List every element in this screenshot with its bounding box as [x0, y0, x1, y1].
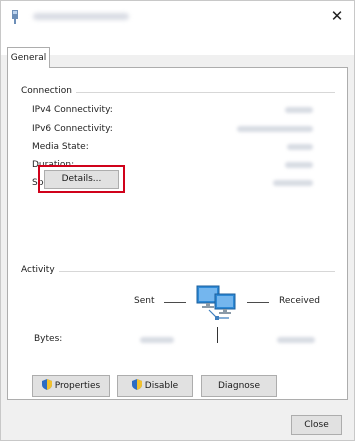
network-computers-icon	[196, 285, 236, 320]
properties-button-label: Properties	[54, 381, 101, 391]
close-icon[interactable]: ✕	[328, 7, 346, 25]
bytes-sent-blurred	[140, 337, 174, 343]
properties-button[interactable]: Properties	[32, 375, 110, 397]
details-button[interactable]: Details...	[44, 170, 119, 189]
connection-group-label: Connection	[21, 86, 76, 96]
sent-label: Sent	[134, 296, 155, 306]
duration-value-blurred	[285, 162, 313, 168]
status-dialog: ✕ General Connection IPv4 Connectivity: …	[0, 0, 355, 441]
title-bar: ✕	[1, 1, 354, 33]
disable-button-label: Disable	[144, 381, 179, 391]
uac-shield-icon	[131, 379, 142, 390]
tab-general[interactable]: General	[7, 47, 50, 68]
diagnose-button[interactable]: Diagnose	[201, 375, 277, 397]
close-button-label: Close	[304, 420, 329, 430]
activity-group-label: Activity	[21, 265, 59, 275]
received-line	[247, 302, 269, 303]
details-button-label: Details...	[61, 174, 102, 184]
disable-button[interactable]: Disable	[117, 375, 193, 397]
general-panel	[7, 67, 348, 400]
sent-line	[164, 302, 186, 303]
ipv6-label: IPv6 Connectivity:	[32, 124, 113, 134]
activity-separator	[217, 327, 218, 343]
received-label: Received	[279, 296, 320, 306]
close-button[interactable]: Close	[291, 415, 342, 435]
bytes-label: Bytes:	[34, 334, 63, 344]
media-state-label: Media State:	[32, 142, 89, 152]
speed-value-blurred	[273, 180, 313, 186]
ipv6-value-blurred	[237, 126, 313, 132]
activity-divider	[23, 271, 335, 272]
media-state-value-blurred	[287, 144, 313, 150]
ipv4-value-blurred	[285, 107, 313, 113]
ipv4-label: IPv4 Connectivity:	[32, 105, 113, 115]
diagnose-button-label: Diagnose	[217, 381, 261, 391]
network-adapter-icon	[12, 10, 18, 24]
uac-shield-icon	[41, 379, 52, 390]
tab-strip	[1, 33, 354, 55]
title-text-blurred	[33, 13, 129, 20]
bytes-received-blurred	[277, 337, 315, 343]
